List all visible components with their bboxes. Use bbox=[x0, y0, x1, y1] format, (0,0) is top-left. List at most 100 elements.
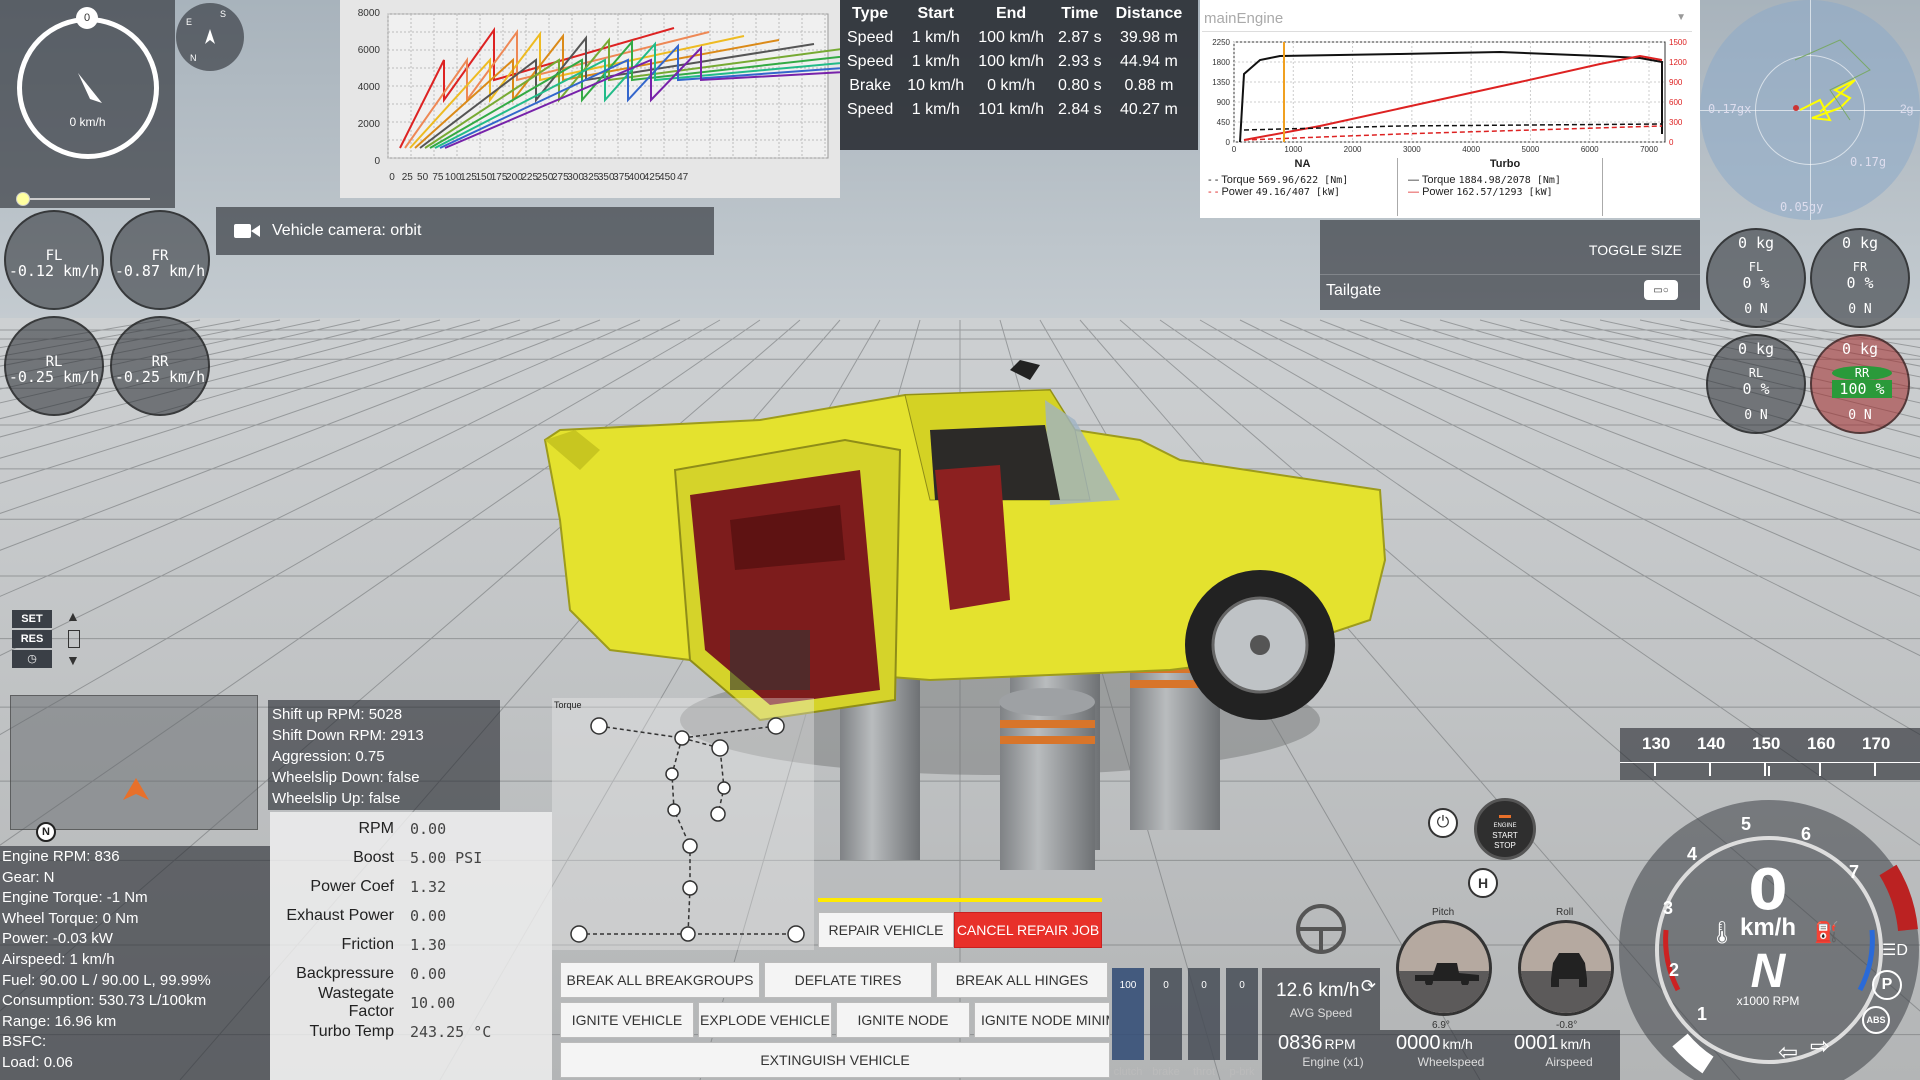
engine-info-line: Load: 0.06 bbox=[2, 1053, 73, 1071]
engine-info-line: Range: 16.96 km bbox=[2, 1012, 117, 1030]
dash-black-icon: - - bbox=[1208, 174, 1219, 186]
parking-brake-bar: 0 bbox=[1226, 968, 1258, 1060]
cruise-control: SET RES ◷ ▲ ▼ bbox=[8, 604, 80, 672]
perf-cell: 2.87 s bbox=[1058, 29, 1102, 46]
cruise-up-icon[interactable]: ▲ bbox=[66, 608, 80, 624]
handbrake-icon[interactable]: H bbox=[1468, 868, 1498, 898]
perf-cell: 1 km/h bbox=[911, 101, 960, 118]
readout-wheelspeed: 0000 km/h Wheelspeed bbox=[1396, 1032, 1506, 1069]
minimap-north-icon: N bbox=[36, 822, 56, 842]
perf-cell: 2.93 s bbox=[1058, 53, 1102, 70]
config-value: 5.00 PSI bbox=[410, 848, 483, 867]
perf-cell: 1 km/h bbox=[911, 53, 960, 70]
config-value: 10.00 bbox=[410, 993, 456, 1012]
config-row: Power Coef 1.32 bbox=[270, 872, 552, 901]
truck-side-icon bbox=[1415, 963, 1479, 985]
readout-value: 0000 bbox=[1396, 1032, 1441, 1054]
perf-xtick: 450 bbox=[659, 172, 676, 183]
eng-xlabel: 7000 bbox=[1640, 145, 1658, 154]
roll-value: -0.8° bbox=[1556, 1020, 1578, 1031]
shift-info-panel: Shift up RPM: 5028 Shift Down RPM: 2913 Ag… bbox=[268, 700, 500, 810]
compass-arrow-icon bbox=[205, 29, 215, 44]
ignite-node-button[interactable]: IGNITE NODE bbox=[836, 1002, 970, 1038]
turbo-title: Turbo bbox=[1489, 158, 1521, 170]
compass-e-label: E bbox=[186, 17, 193, 27]
tailgate-toggle[interactable]: ▭○ bbox=[1644, 280, 1678, 300]
tacho-tick: 1 bbox=[1697, 1004, 1707, 1024]
wheel-load-name: RL bbox=[1748, 366, 1764, 380]
left-turn-signal-icon[interactable]: ⇦ bbox=[1778, 1038, 1798, 1067]
turbo-config-panel: RPM 0.00 Boost 5.00 PSI Power Coef 1.32 Exhaus… bbox=[270, 812, 552, 1080]
cruise-cancel-icon[interactable]: ◷ bbox=[12, 650, 52, 668]
wheel-load-pct: 0 % bbox=[1742, 274, 1770, 292]
tacho-tick: 7 bbox=[1849, 862, 1859, 882]
pitch-gauge bbox=[1396, 920, 1492, 1016]
cancel-repair-button[interactable]: CANCEL REPAIR JOB bbox=[954, 912, 1102, 948]
speed-dial-top-badge: 0 bbox=[76, 7, 98, 29]
minimap[interactable] bbox=[10, 695, 258, 830]
repair-vehicle-button[interactable]: REPAIR VEHICLE bbox=[818, 912, 954, 948]
throttle-bar: 0 bbox=[1188, 968, 1220, 1060]
wheel-load-gauge-fl: 0 kg FL 0 % 0 N bbox=[1706, 228, 1806, 328]
acceleration-chart-panel: 8000 6000 4000 2000 0 0 25 50 75 100 125 150 175 200 2… bbox=[340, 0, 990, 198]
engine-selector[interactable]: mainEngine ▼ bbox=[1202, 4, 1692, 32]
turbo-power-label: Power bbox=[1422, 186, 1454, 198]
start-stop-line3: STOP bbox=[1494, 841, 1516, 850]
tacho-tick: 2 bbox=[1669, 960, 1679, 980]
perf-ytick: 6000 bbox=[358, 45, 381, 56]
turbo-power-value: 162.57/1293 [kW] bbox=[1456, 187, 1553, 198]
config-row: RPM 0.00 bbox=[270, 814, 552, 843]
speed-slider-track[interactable] bbox=[20, 198, 150, 200]
break-all-breakgroups-button[interactable]: BREAK ALL BREAKGROUPS bbox=[560, 962, 760, 998]
perf-cell: 1 km/h bbox=[911, 29, 960, 46]
tacho-rpm-label: x1000 RPM bbox=[1736, 994, 1800, 1008]
engine-start-stop-button[interactable]: ENGINE START STOP bbox=[1474, 798, 1536, 860]
ignite-vehicle-button[interactable]: IGNITE VEHICLE bbox=[560, 1002, 694, 1038]
right-turn-signal-icon[interactable]: ⇨ bbox=[1810, 1032, 1830, 1061]
engine-info-panel: Engine RPM: 836 Gear: N Engine Torque: -1 … bbox=[0, 846, 270, 1080]
perf-cell: 0.80 s bbox=[1058, 77, 1102, 94]
wheel-speed-gauge-rr: RR -0.25 km/h bbox=[110, 316, 210, 416]
eng-ylabel-left: 1800 bbox=[1212, 58, 1230, 67]
engine-info-line: Wheel Torque: 0 Nm bbox=[2, 909, 139, 927]
extinguish-vehicle-button[interactable]: EXTINGUISH VEHICLE bbox=[560, 1042, 1110, 1078]
cruise-res-button[interactable]: RES bbox=[12, 630, 52, 648]
engine-info-line: Consumption: 530.73 L/100km bbox=[2, 992, 207, 1010]
break-all-hinges-button[interactable]: BREAK ALL HINGES bbox=[936, 962, 1108, 998]
mini-speedometer-panel: 0 0 km/h bbox=[0, 0, 175, 208]
readout-unit: km/h bbox=[1442, 1036, 1473, 1052]
config-key: Friction bbox=[341, 935, 394, 953]
readout-unit: km/h bbox=[1560, 1036, 1591, 1052]
perf-xtick: 75 bbox=[432, 172, 444, 183]
deflate-tires-button[interactable]: DEFLATE TIRES bbox=[764, 962, 932, 998]
perf-header: Start bbox=[917, 5, 954, 22]
reset-icon[interactable]: ⟳ bbox=[1361, 976, 1376, 997]
perf-cell: 0.88 m bbox=[1124, 77, 1174, 94]
config-value: 0.00 bbox=[410, 964, 447, 983]
perf-header: Time bbox=[1061, 5, 1099, 22]
eng-xlabel: 0 bbox=[1232, 145, 1237, 154]
config-key: RPM bbox=[358, 819, 394, 837]
wheel-load-n: 0 N bbox=[1744, 302, 1768, 317]
engine-info-line: Fuel: 90.00 L / 90.00 L, 99.99% bbox=[2, 971, 211, 989]
speed-slider-handle[interactable] bbox=[16, 192, 30, 206]
cruise-down-icon[interactable]: ▼ bbox=[66, 652, 80, 668]
gear-shift-icon[interactable]: ⏻ bbox=[1428, 808, 1458, 838]
tailgate-label: Tailgate bbox=[1326, 282, 1382, 299]
tacho-tick: 5 bbox=[1741, 814, 1751, 834]
perf-cell: Speed bbox=[847, 29, 894, 46]
perf-cell: 101 km/h bbox=[978, 101, 1044, 118]
eng-xlabel: 2000 bbox=[1344, 145, 1362, 154]
table-row: Speed 1 km/h 100 km/h 2.87 s 39.98 m bbox=[840, 26, 1189, 50]
explode-vehicle-button[interactable]: EXPLODE VEHICLE bbox=[698, 1002, 832, 1038]
cruise-set-button[interactable]: SET bbox=[12, 610, 52, 628]
eng-xlabel: 3000 bbox=[1403, 145, 1421, 154]
ignite-node-minimum-button[interactable]: IGNITE NODE MINIM bbox=[974, 1002, 1110, 1038]
speed-tape-label: 140 bbox=[1697, 734, 1726, 753]
pbrk-value: 0 bbox=[1239, 980, 1245, 991]
eng-xlabel: 5000 bbox=[1522, 145, 1540, 154]
roll-gauge bbox=[1518, 920, 1614, 1016]
shift-info-line: Shift up RPM: 5028 bbox=[272, 706, 403, 723]
pitch-value: 6.9° bbox=[1432, 1020, 1450, 1031]
toggle-size-button[interactable]: TOGGLE SIZE bbox=[1589, 242, 1682, 258]
